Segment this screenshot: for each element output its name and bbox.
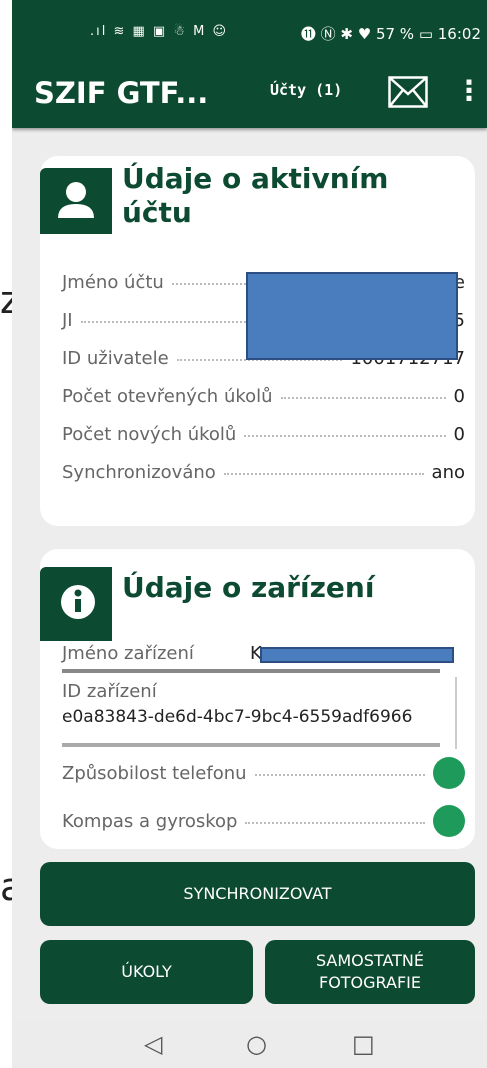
tasks-button[interactable]: ÚKOLY: [40, 940, 253, 1004]
app-bar: SZIF GTF... Účty (1) ⋮: [12, 60, 487, 128]
account-row-new-tasks: Počet nových úkolů 0: [62, 423, 465, 445]
accounts-button[interactable]: Účty (1): [270, 81, 342, 99]
redaction-box: [246, 272, 458, 360]
device-id-scrollbar[interactable]: [62, 743, 440, 747]
device-card: Údaje o zařízení Jméno zařízení K ID zař…: [40, 549, 475, 849]
device-row-compass-gyroscope: Kompas a gyroskop: [62, 805, 465, 837]
divider: [455, 677, 457, 749]
standalone-photos-button[interactable]: SAMOSTATNÉ FOTOGRAFIE: [265, 940, 475, 1004]
account-row-open-tasks: Počet otevřených úkolů 0: [62, 385, 465, 407]
more-menu-icon[interactable]: ⋮: [455, 74, 483, 107]
synchronize-button[interactable]: SYNCHRONIZOVAT: [40, 862, 475, 926]
device-id-label: ID zařízení: [62, 681, 157, 702]
active-account-card: Údaje o aktivním účtu Jméno účtu e JI 5 ID…: [40, 156, 475, 526]
device-name-label: Jméno zařízení: [62, 643, 194, 664]
active-account-title-line1: Údaje o aktivním: [122, 162, 389, 195]
app-title: SZIF GTF...: [34, 76, 209, 110]
active-account-title-line2: účtu: [122, 196, 192, 229]
system-nav-bar: ◁ ○ □: [12, 1020, 487, 1068]
status-bar: .ıl ≋ ▦ ▣ ☃ M ☺ ⓫ Ⓝ ✱ ♥ 57 % ▭ 16:02: [12, 0, 487, 60]
mail-icon[interactable]: [388, 76, 428, 112]
account-row-synchronized: Synchronizováno ano: [62, 461, 465, 483]
device-title: Údaje o zařízení: [122, 571, 375, 604]
status-icons-left: .ıl ≋ ▦ ▣ ☃ M ☺: [90, 24, 229, 39]
back-icon[interactable]: ◁: [144, 1030, 162, 1058]
device-row-phone-capability: Způsobilost telefonu: [62, 757, 465, 789]
photos-button-line1: SAMOSTATNÉ: [315, 951, 425, 970]
photos-button-line2: FOTOGRAFIE: [318, 973, 421, 992]
status-icons-right: ⓫ Ⓝ ✱ ♥ 57 % ▭ 16:02: [300, 25, 481, 43]
scroll-indicator: [62, 669, 440, 673]
user-icon: [40, 168, 112, 234]
phone-screen: .ıl ≋ ▦ ▣ ☃ M ☺ ⓫ Ⓝ ✱ ♥ 57 % ▭ 16:02 SZI…: [12, 0, 487, 1068]
status-ok-icon: [433, 805, 465, 837]
home-icon[interactable]: ○: [246, 1030, 267, 1058]
device-name-redaction: [260, 647, 454, 663]
device-id-value: e0a83843-de6d-4bc7-9bc4-6559adf6966: [62, 707, 413, 727]
info-icon: [40, 567, 112, 641]
recents-icon[interactable]: □: [352, 1030, 375, 1058]
status-ok-icon: [433, 757, 465, 789]
